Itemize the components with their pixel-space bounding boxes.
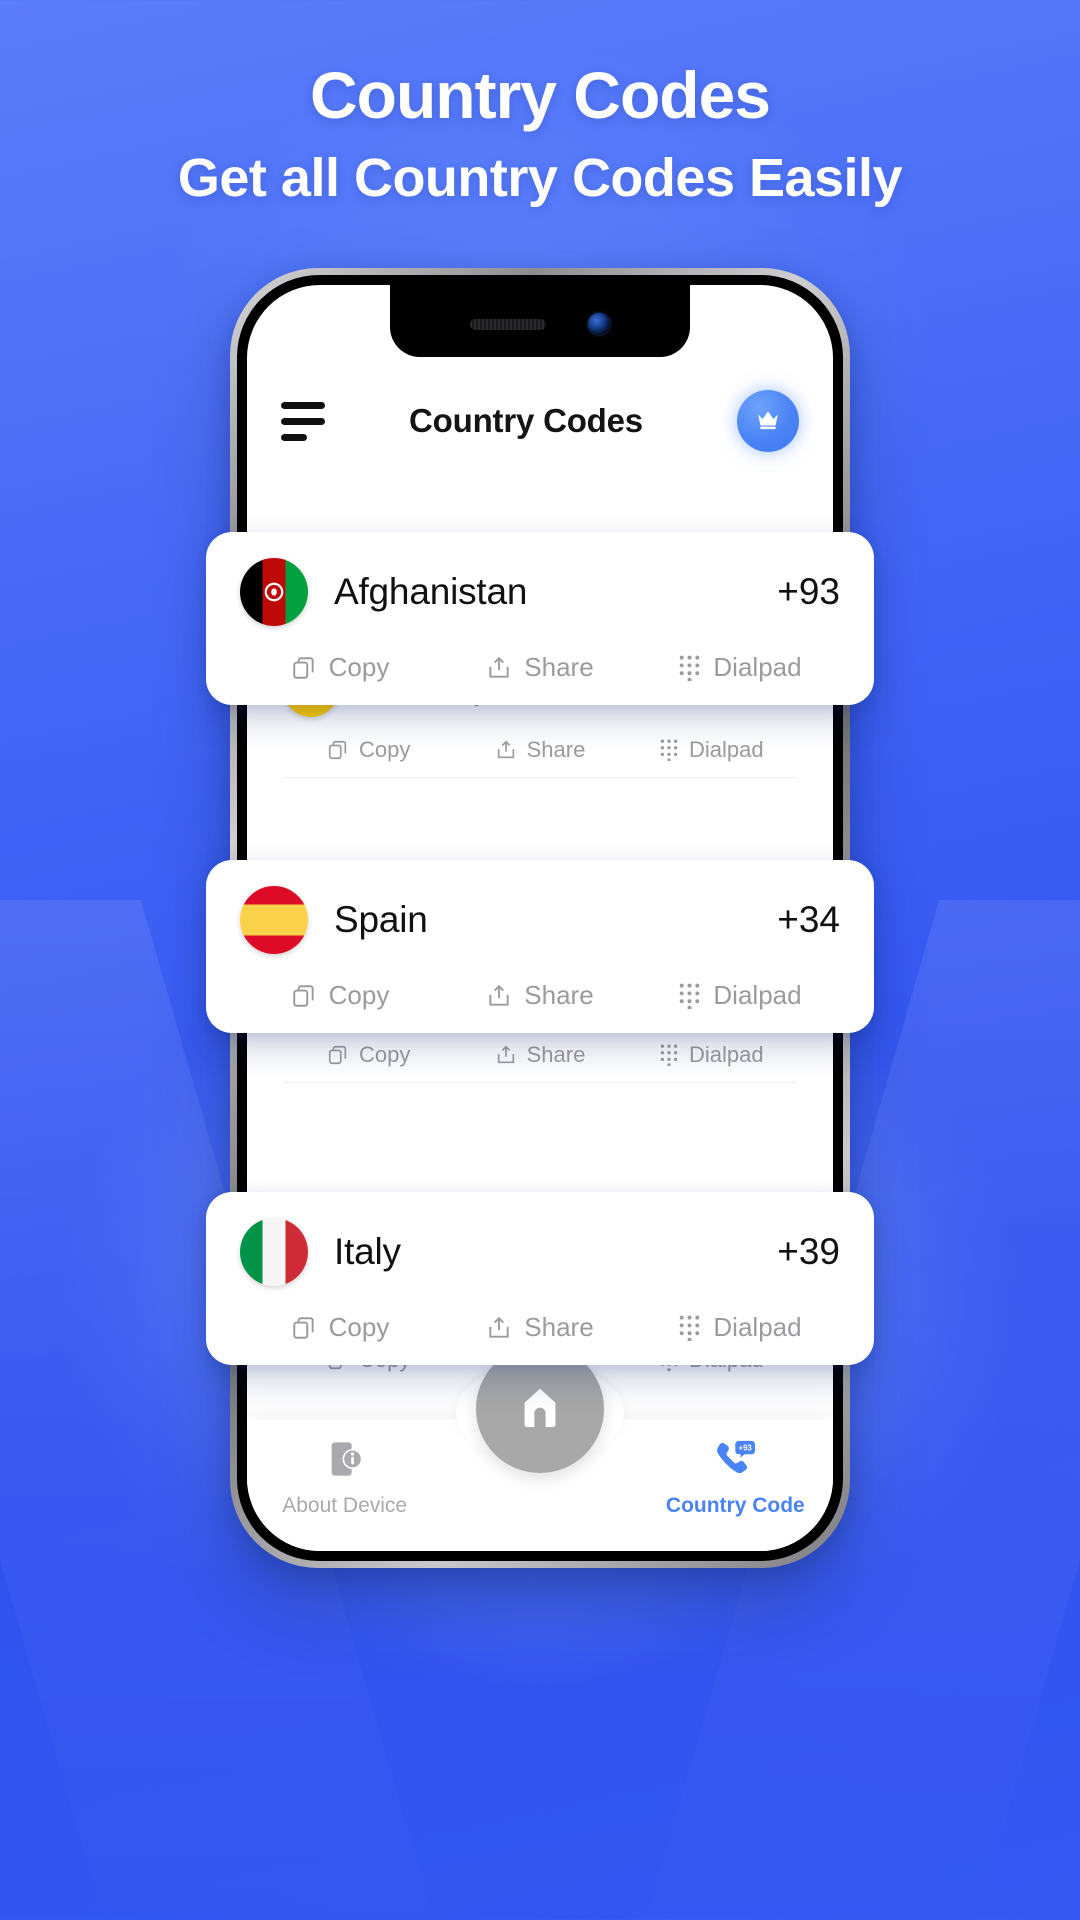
dialpad-icon [678,983,701,1009]
copy-label: Copy [358,1042,411,1067]
copy-button[interactable]: Copy [283,737,454,763]
dialpad-label: Dialpad [713,980,802,1010]
row-actions: Copy Share Dialpad [240,980,840,1011]
share-icon [486,655,512,681]
home-icon [515,1382,565,1437]
share-label: Share [524,652,594,682]
promo-text-block: Country Codes Get all Country Codes Easi… [0,62,1080,207]
promo-headline: Country Codes [309,58,771,132]
promo-subheadline: Get all Country Codes Easily [177,148,903,208]
share-icon [495,1044,517,1066]
country-code: +39 [777,1231,840,1272]
share-icon [486,983,512,1009]
row-actions: Copy Share Dialpad [240,652,840,683]
dialpad-label: Dialpad [689,737,764,762]
copy-button[interactable]: Copy [283,1042,454,1068]
share-label: Share [524,1312,594,1342]
copy-button[interactable]: Copy [240,652,440,683]
svg-text:+93: +93 [739,1444,753,1453]
row-actions: Copy Share Dialpad [283,1042,797,1068]
earpiece-speaker-icon [470,318,546,330]
copy-label: Copy [328,1312,390,1342]
phone-code-icon: +93 [713,1439,757,1484]
row-actions: Copy Share Dialpad [283,737,797,763]
share-button[interactable]: Share [454,737,625,763]
share-icon [495,739,517,761]
device-info-icon [325,1439,365,1484]
country-name: Italy [334,1231,401,1272]
share-icon [486,1315,512,1341]
copy-label: Copy [358,737,411,762]
dialpad-button[interactable]: Dialpad [626,737,797,763]
copy-icon [327,739,349,761]
share-button[interactable]: Share [440,652,640,683]
italy-flag [240,1218,308,1286]
share-label: Share [524,980,594,1010]
page-title: Country Codes [409,402,643,439]
nav-label: Country Code [665,1494,805,1517]
copy-label: Copy [328,652,390,682]
copy-icon [291,983,317,1009]
country-card-afghanistan[interactable]: Afghanistan +93 Copy Share Dialpad [206,532,874,705]
spain-flag [240,886,308,954]
country-card-italy[interactable]: Italy +39 Copy Share Dialpad [206,1192,874,1365]
nav-item-about-device[interactable]: About Device [247,1439,442,1518]
dialpad-button[interactable]: Dialpad [640,652,840,683]
country-code: +93 [777,571,840,612]
share-button[interactable]: Share [440,1312,640,1343]
dialpad-icon [659,739,679,761]
share-label: Share [526,737,586,762]
premium-crown-button[interactable] [737,390,799,452]
copy-icon [291,655,317,681]
dialpad-icon [659,1044,679,1066]
nav-label: About Device [282,1494,408,1517]
country-name: Spain [334,899,428,940]
dialpad-label: Dialpad [689,1042,764,1067]
share-button[interactable]: Share [454,1042,625,1068]
dialpad-button[interactable]: Dialpad [626,1042,797,1068]
crown-icon [753,406,783,437]
share-label: Share [526,1042,586,1067]
dialpad-button[interactable]: Dialpad [640,1312,840,1343]
app-header: Country Codes [247,375,833,467]
share-button[interactable]: Share [440,980,640,1011]
copy-button[interactable]: Copy [240,980,440,1011]
dialpad-icon [678,655,701,681]
dialpad-label: Dialpad [713,652,802,682]
row-actions: Copy Share Dialpad [240,1312,840,1343]
copy-icon [291,1315,317,1341]
dialpad-label: Dialpad [713,1312,802,1342]
nav-item-country-code[interactable]: +93 Country Code [638,1439,833,1518]
front-camera-icon [588,313,610,335]
country-card-spain[interactable]: Spain +34 Copy Share Dialpad [206,860,874,1033]
country-name: Afghanistan [334,571,528,612]
copy-icon [327,1044,349,1066]
dialpad-icon [678,1315,701,1341]
copy-button[interactable]: Copy [240,1312,440,1343]
country-code: +34 [777,899,840,940]
afghanistan-flag [240,558,308,626]
dialpad-button[interactable]: Dialpad [640,980,840,1011]
copy-label: Copy [328,980,390,1010]
phone-notch [390,285,690,357]
